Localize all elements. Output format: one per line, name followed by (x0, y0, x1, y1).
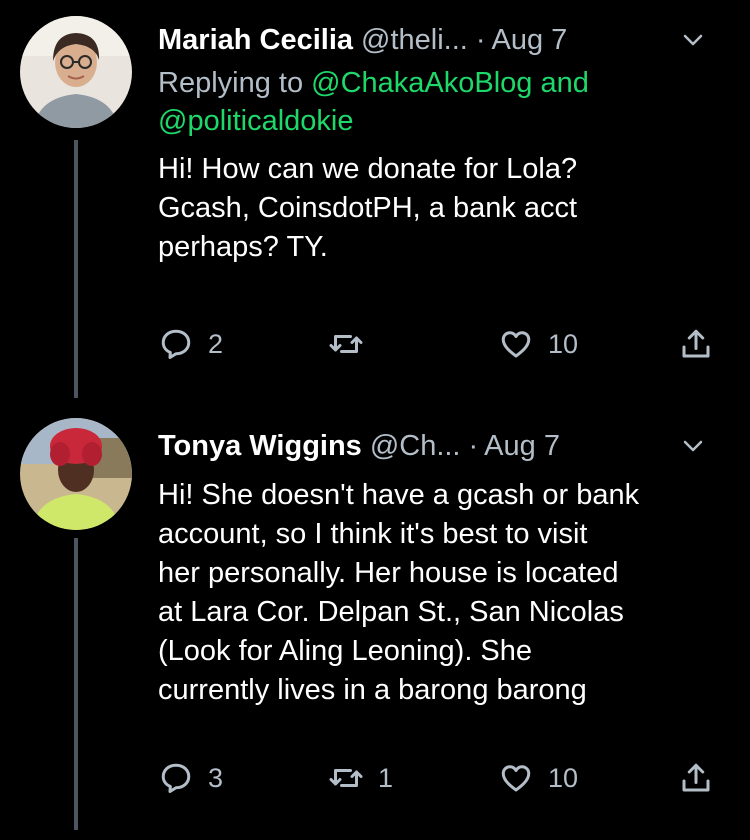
retweet-icon (329, 335, 363, 353)
user-handle[interactable]: @Ch... (370, 430, 461, 462)
mention-link[interactable]: @politicaldokie (158, 105, 353, 137)
mention-link[interactable]: @ChakaAkoBlog (311, 67, 532, 99)
retweet-icon (329, 769, 363, 787)
mention-and: and (532, 67, 589, 99)
like-count: 10 (548, 762, 579, 793)
like-button[interactable]: 10 (498, 756, 578, 800)
chevron-down-icon[interactable] (680, 430, 706, 456)
reply-count: 2 (208, 328, 224, 359)
tweet-date[interactable]: Aug 7 (484, 430, 560, 462)
reply-icon (161, 763, 191, 793)
thread-line (74, 538, 78, 830)
retweet-button[interactable] (328, 322, 378, 366)
display-name[interactable]: Mariah Cecilia (158, 24, 353, 56)
retweet-button[interactable]: 1 (328, 756, 393, 800)
reply-button[interactable]: 3 (158, 756, 223, 800)
thread-line (74, 140, 78, 398)
user-handle[interactable]: @theli... (361, 24, 468, 56)
like-count: 10 (548, 328, 579, 359)
reply-button[interactable]: 2 (158, 322, 223, 366)
display-name[interactable]: Tonya Wiggins (158, 430, 362, 462)
separator-dot: · (468, 430, 479, 462)
tweet-header: Tonya Wiggins @Ch... · Aug 7 (158, 426, 720, 466)
tweet-content: Mariah Cecilia @theli... · Aug 7 Replying t… (158, 20, 720, 267)
tweet-mariah[interactable]: Mariah Cecilia @theli... · Aug 7 Replying t… (0, 0, 750, 410)
share-icon (682, 763, 710, 792)
tweet-actions: 3 1 10 (158, 756, 718, 800)
replying-to-label: Replying to (158, 67, 312, 99)
share-button[interactable] (678, 322, 714, 366)
tweet-header: Mariah Cecilia @theli... · Aug 7 (158, 20, 720, 60)
tweet-text: Hi! How can we donate for Lola? Gcash, C… (158, 153, 578, 263)
tweet-date[interactable]: Aug 7 (492, 24, 568, 56)
chevron-down-icon[interactable] (680, 24, 706, 50)
share-icon (682, 329, 710, 358)
tweet-content: Tonya Wiggins @Ch... · Aug 7 Hi! She doesn'… (158, 426, 720, 710)
avatar[interactable] (20, 418, 132, 530)
avatar[interactable] (20, 16, 132, 128)
tweet-actions: 2 10 (158, 322, 718, 366)
heart-icon (501, 331, 531, 358)
retweet-count: 1 (378, 762, 394, 793)
reply-icon (161, 329, 191, 359)
share-button[interactable] (678, 756, 714, 800)
tweet-tonya[interactable]: Tonya Wiggins @Ch... · Aug 7 Hi! She doesn'… (0, 410, 750, 840)
like-button[interactable]: 10 (498, 322, 578, 366)
separator-dot: · (475, 24, 486, 56)
replying-to: Replying to @ChakaAkoBlog and @politicald… (158, 64, 720, 140)
heart-icon (501, 765, 531, 792)
reply-count: 3 (208, 762, 224, 793)
tweet-text: Hi! She doesn't have a gcash or bank acc… (158, 479, 640, 706)
